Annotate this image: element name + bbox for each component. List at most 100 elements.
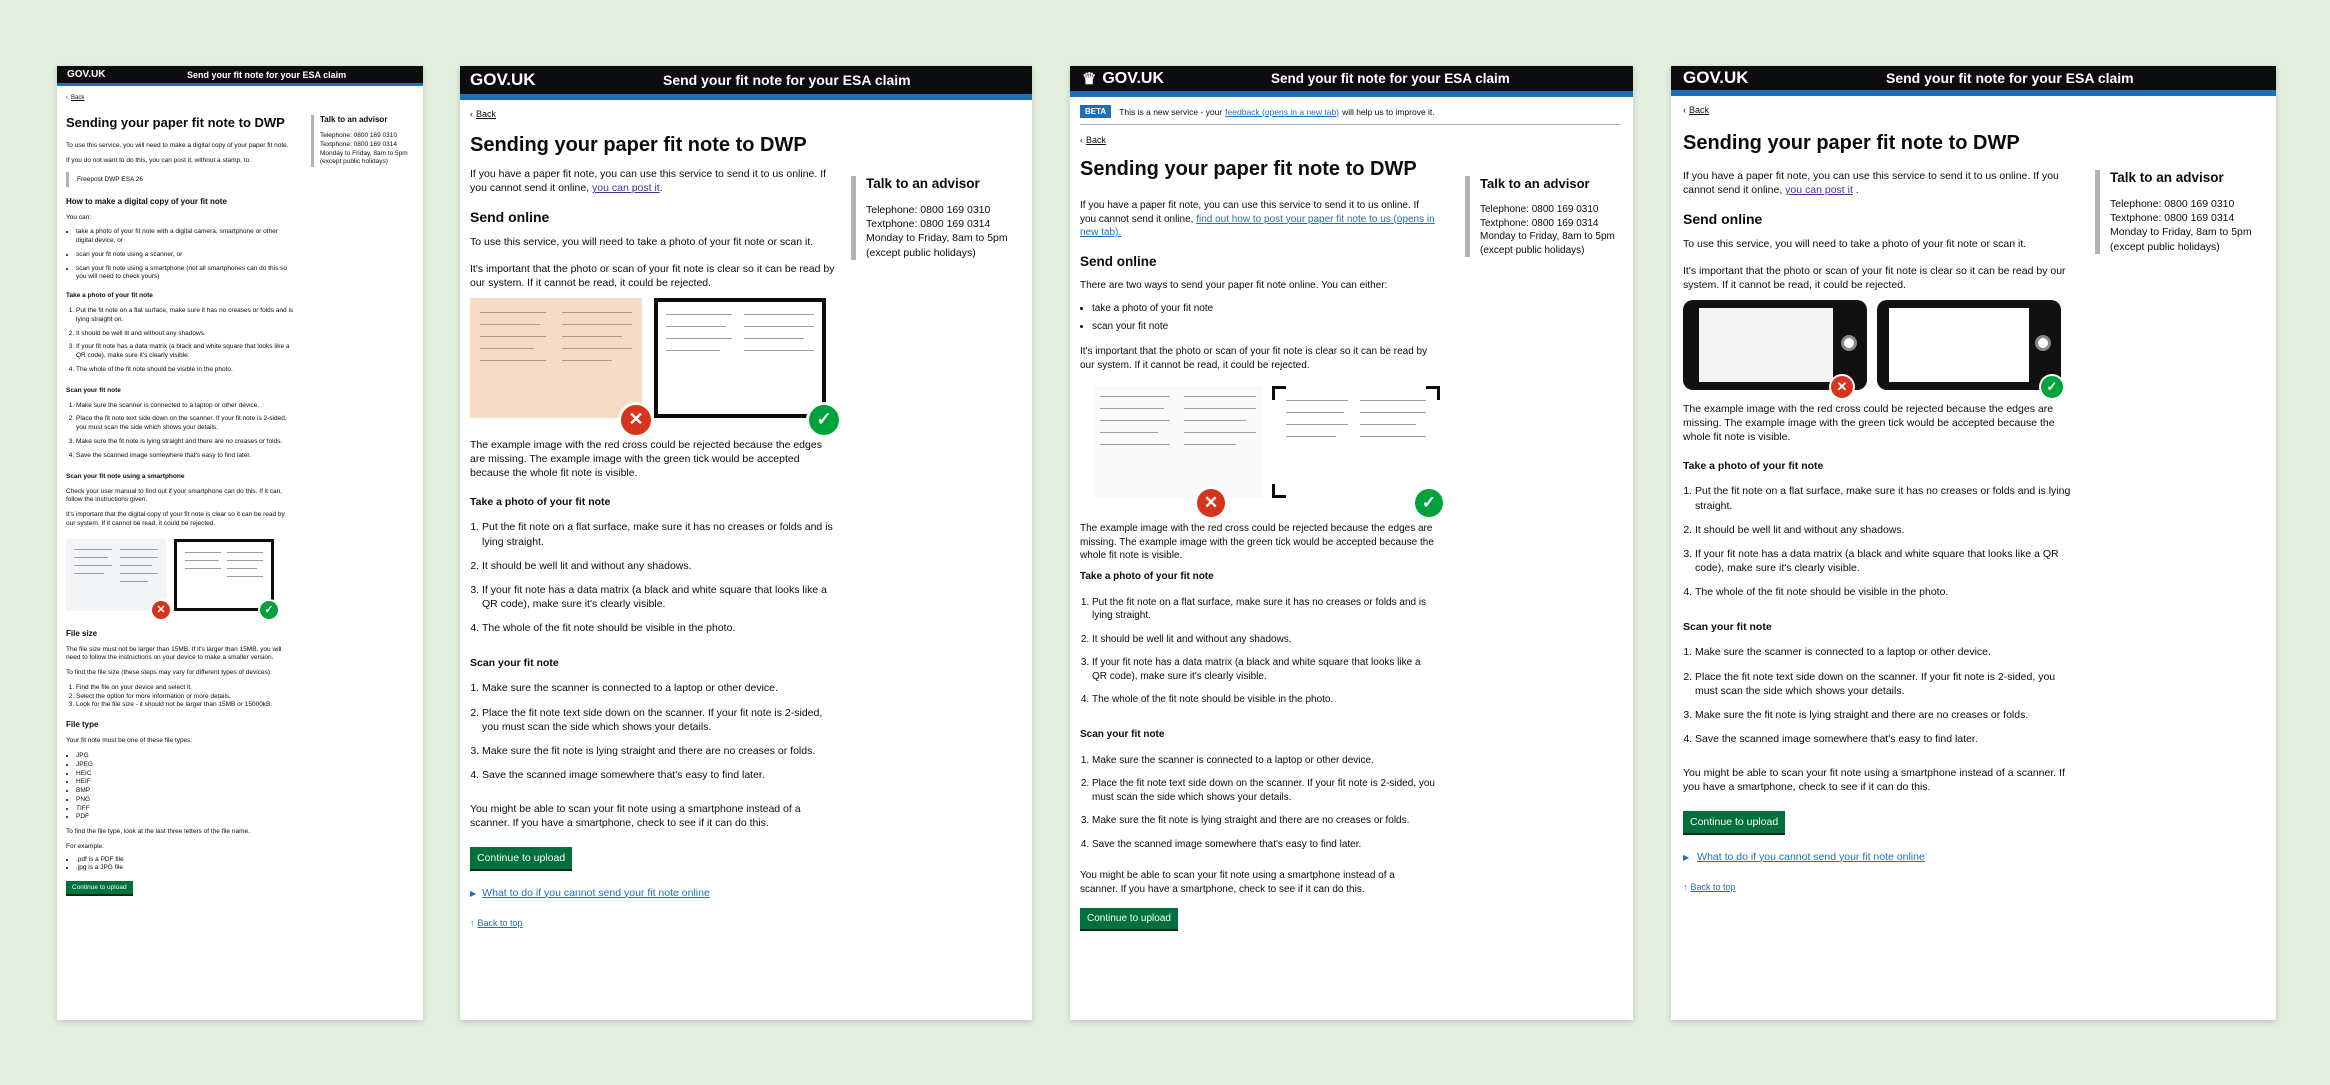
govuk-logo[interactable]: GOV.UK [470, 66, 536, 94]
beta-text: This is a new service - your [1119, 106, 1223, 117]
advisor-hours-note: (except public holidays) [320, 158, 388, 166]
list-item: If your fit note has a data matrix (a bl… [482, 583, 835, 611]
shutter-button [1841, 334, 1857, 351]
continue-button[interactable]: Continue to upload [66, 881, 133, 895]
cannot-send-details[interactable]: ▶ What to do if you cannot send your fit … [1683, 851, 2075, 863]
cross-icon: ✕ [1829, 373, 1855, 400]
intro-text: If you have a paper fit note, you can us… [1683, 170, 2059, 197]
service-name[interactable]: Send your fit note for your ESA claim [1271, 66, 1510, 91]
heading-scan: Scan your fit note [1080, 728, 1165, 740]
list-item: Make sure the fit note is lying straight… [1695, 708, 2075, 722]
online-text: To use this service, you will need to ta… [1683, 238, 2027, 251]
list-item: It should be well lit and without any sh… [1695, 523, 2075, 537]
tick-icon: ✓ [806, 401, 842, 438]
advisor-telephone: Telephone: 0800 169 0310 [2110, 198, 2235, 210]
advisor-title: Talk to an advisor [1480, 176, 1590, 191]
intro-text-body: If you have a paper fit note, you can us… [1683, 170, 2059, 197]
fit-note-image [654, 297, 826, 418]
list-item: Make sure the fit note is lying straight… [76, 438, 294, 447]
list-item: Place the fit note text side down on the… [482, 706, 835, 734]
heading-send-online: Send online [1683, 211, 1763, 228]
list-item: Save the scanned image somewhere that's … [76, 452, 294, 461]
list-item: Put the fit note on a flat surface, make… [76, 307, 294, 325]
back-link[interactable]: Back [470, 109, 496, 119]
govuk-header: GOV.UK Send your fit note for your ESA c… [57, 66, 423, 86]
list-item: scan your fit note [1092, 320, 1435, 334]
heading-scan: Scan your fit note [470, 657, 559, 670]
advisor-sidebar: Talk to an advisor Telephone: 0800 169 0… [311, 115, 408, 168]
tick-icon: ✓ [1412, 486, 1446, 520]
advisor-hours: Monday to Friday, 8am to 5pm [2110, 226, 2252, 239]
list-item: Save the scanned image somewhere that's … [482, 768, 835, 782]
size-text: The file size must not be larger than 15… [66, 645, 282, 662]
list-item: Select the option for more information o… [76, 693, 294, 702]
list-item: It should be well lit and without any sh… [482, 559, 835, 573]
list-item: Put the fit note on a flat surface, make… [482, 520, 835, 548]
list-item: If your fit note has a data matrix (a bl… [1695, 547, 2075, 575]
advisor-textphone: Textphone: 0800 169 0314 [2110, 212, 2235, 225]
service-name[interactable]: Send your fit note for your ESA claim [187, 66, 346, 83]
heading-file-type: File type [66, 720, 99, 730]
cross-icon: ✕ [618, 401, 654, 438]
phone-screen [1889, 307, 2029, 382]
type-text: Your fit note must be one of these file … [66, 737, 193, 745]
caption-text: The example image with the red cross cou… [1683, 402, 2055, 444]
cannot-send-details[interactable]: ▶ What to do if you cannot send your fit … [470, 887, 835, 899]
heading-photo: Take a photo of your fit note [66, 292, 153, 300]
post-it-link[interactable]: you can post it [592, 182, 660, 194]
advisor-title: Talk to an advisor [2110, 170, 2224, 185]
list-item: TIFF [76, 805, 294, 814]
continue-button[interactable]: Continue to upload [1683, 810, 1786, 833]
triangle-right-icon: ▶ [470, 888, 477, 898]
list-item: Put the fit note on a flat surface, make… [1092, 596, 1435, 623]
back-to-top-link[interactable]: Back to top [1683, 882, 1736, 892]
beta-tag: BETA [1080, 105, 1112, 118]
fit-note-image [174, 538, 274, 611]
list-item: take a photo of your fit note [1092, 302, 1435, 316]
intro-text: To use this service, you will need to ma… [66, 142, 289, 149]
crop-corner [1272, 386, 1286, 400]
back-link[interactable]: Back [1683, 105, 1709, 115]
type-hint: To find the file type, look at the last … [66, 828, 250, 836]
ways-text: There are two ways to send your paper fi… [1080, 279, 1388, 291]
continue-button[interactable]: Continue to upload [470, 846, 573, 869]
continue-button[interactable]: Continue to upload [1080, 908, 1178, 929]
accepted-example: ✓ [1272, 386, 1446, 520]
list-item: Make sure the scanner is connected to a … [76, 402, 294, 411]
crown-icon: ♛ [1082, 70, 1097, 88]
example-images: ✕ ✓ [470, 297, 842, 438]
heading-file-size: File size [66, 628, 98, 638]
govuk-logo[interactable]: ♛ GOV.UK [1082, 66, 1164, 91]
list-item: take a photo of your fit note with a dig… [76, 228, 294, 246]
important-text: It's important that the photo or scan of… [1080, 346, 1428, 371]
post-it-link[interactable]: you can post it [1785, 184, 1853, 196]
example-images: ✕ ✓ [1094, 386, 1446, 520]
list-item: The whole of the fit note should be visi… [76, 366, 294, 375]
back-link[interactable]: Back [66, 95, 84, 101]
service-name[interactable]: Send your fit note for your ESA claim [663, 66, 911, 94]
list-item: The whole of the fit note should be visi… [1695, 585, 2075, 599]
advisor-telephone: Telephone: 0800 169 0310 [1480, 204, 1599, 215]
service-name[interactable]: Send your fit note for your ESA claim [1886, 66, 2134, 90]
feedback-link[interactable]: feedback (opens in a new tab) [1225, 107, 1339, 117]
back-link[interactable]: Back [1080, 135, 1106, 145]
list-item: If your fit note has a data matrix (a bl… [1092, 656, 1435, 683]
caption-text: The example image with the red cross cou… [1080, 523, 1434, 561]
list-item: JPG [76, 752, 294, 761]
you-can-text: You can: [66, 213, 92, 221]
govuk-logo[interactable]: GOV.UK [1683, 66, 1749, 90]
list-item: The whole of the fit note should be visi… [1092, 693, 1435, 707]
list-item: It should be well lit and without any sh… [1092, 633, 1435, 647]
details-summary[interactable]: What to do if you cannot send your fit n… [1697, 851, 1925, 863]
details-summary[interactable]: What to do if you cannot send your fit n… [482, 887, 710, 899]
example-images: ✕ ✓ [66, 538, 294, 621]
advisor-title: Talk to an advisor [320, 115, 388, 124]
fit-note-image [1272, 386, 1440, 498]
back-to-top-link[interactable]: Back to top [470, 918, 523, 928]
advisor-hours: Monday to Friday, 8am to 5pm [866, 232, 1008, 245]
govuk-logo[interactable]: GOV.UK [67, 66, 106, 83]
list-item: Place the fit note text side down on the… [1695, 670, 2075, 698]
tick-icon: ✓ [258, 598, 280, 621]
online-text: To use this service, you will need to ta… [470, 236, 814, 249]
accepted-example: ✓ [1877, 299, 2065, 400]
